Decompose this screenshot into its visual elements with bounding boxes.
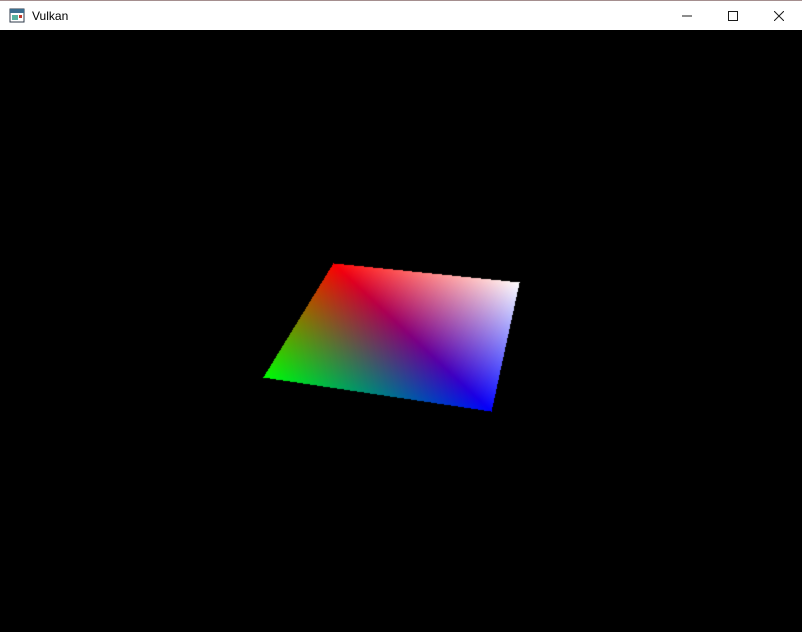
window-controls [664,1,802,30]
render-canvas [0,30,802,632]
vulkan-window: Vulkan [0,0,802,632]
maximize-icon [728,10,738,21]
close-icon [774,10,784,21]
window-title: Vulkan [32,8,69,23]
minimize-icon [682,15,692,16]
viewport [0,30,802,632]
minimize-button[interactable] [664,1,710,30]
titlebar[interactable]: Vulkan [0,0,802,30]
app-icon-glyph [9,8,25,22]
close-button[interactable] [756,1,802,30]
app-icon[interactable] [9,8,25,24]
maximize-button[interactable] [710,1,756,30]
